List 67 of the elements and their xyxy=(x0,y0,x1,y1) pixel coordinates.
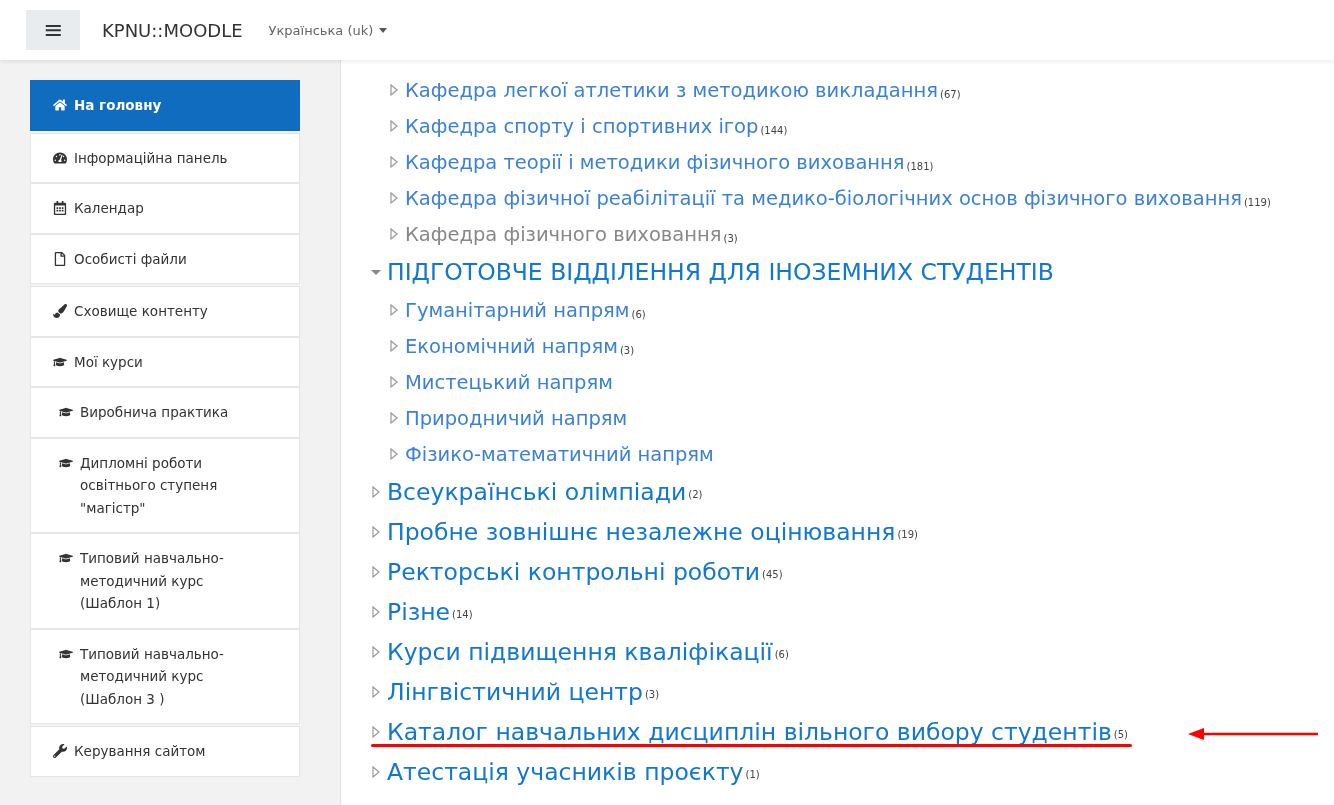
sidebar-item[interactable]: Типовий навчально-методичний курс (Шаблон 3 ) xyxy=(30,628,300,724)
collapsed-icon[interactable] xyxy=(371,526,381,538)
subcategory-link[interactable]: Гуманітарний напрям xyxy=(405,298,630,322)
course-count: (6) xyxy=(631,309,646,320)
collapsed-icon[interactable] xyxy=(389,192,399,204)
course-count: (181) xyxy=(906,161,934,172)
sidebar-item[interactable]: Особисті файли xyxy=(30,233,300,284)
collapsed-icon[interactable] xyxy=(389,84,399,96)
course-count: (6) xyxy=(774,649,789,660)
collapsed-icon[interactable] xyxy=(371,606,381,618)
course-count: (3) xyxy=(619,345,635,356)
sidebar-item[interactable]: Сховище контенту xyxy=(30,286,300,337)
caret-icon xyxy=(379,27,388,33)
collapsed-icon[interactable] xyxy=(389,448,399,460)
course-count: (1) xyxy=(745,769,760,780)
category-link[interactable]: Різне xyxy=(387,597,451,627)
site-name[interactable]: KPNU::MOODLE xyxy=(102,19,243,41)
collapsed-icon[interactable] xyxy=(371,646,381,658)
sidebar-item[interactable]: Мої курси xyxy=(30,336,300,387)
collapsed-icon[interactable] xyxy=(371,486,381,498)
sidebar-item[interactable]: На головну xyxy=(30,80,300,131)
subcategory-link[interactable]: Кафедра спорту і спортивних ігор xyxy=(405,114,759,138)
language-menu[interactable]: Українська (uk) xyxy=(268,22,388,38)
subcategory-link[interactable]: Кафедра легкої атлетики з методикою викладання xyxy=(405,78,938,102)
sidebar-item[interactable]: Інформаційна панель xyxy=(30,132,300,183)
course-count: (67) xyxy=(940,89,961,100)
menu-button[interactable]: ≡ xyxy=(26,10,80,50)
subcategory-link[interactable]: Природничий напрям xyxy=(405,406,628,430)
subcategory-link[interactable]: Кафедра теорії і методики фізичного виховання xyxy=(405,150,905,174)
collapsed-icon[interactable] xyxy=(389,156,399,168)
category-link[interactable]: Лінгвістичний центр xyxy=(387,677,643,707)
course-count: (3) xyxy=(644,689,660,700)
collapsed-icon[interactable] xyxy=(371,686,381,698)
category-link[interactable]: Каталог навчальних дисциплін вільного вибору студентів xyxy=(387,717,1112,747)
course-count: (19) xyxy=(897,529,918,540)
category-link[interactable]: Ректорські контрольні роботи xyxy=(387,557,761,587)
category-link[interactable]: Курси підвищення кваліфікації xyxy=(387,637,773,667)
course-count: (45) xyxy=(762,569,783,580)
category-link[interactable]: ПІДГОТОВЧЕ ВІДДІЛЕННЯ ДЛЯ ІНОЗЕМНИХ СТУДЕНТІВ xyxy=(387,257,1054,287)
subcategory-link[interactable]: Кафедра фізичного виховання xyxy=(405,222,722,246)
course-count: (144) xyxy=(760,125,788,136)
collapsed-icon[interactable] xyxy=(389,304,399,316)
category-link[interactable]: Пробне зовнішнє незалежне оцінювання xyxy=(387,517,896,547)
collapsed-icon[interactable] xyxy=(389,228,399,240)
collapsed-icon[interactable] xyxy=(371,566,381,578)
category-link[interactable]: Всеукраїнські олімпіади xyxy=(387,477,687,507)
sidebar-item[interactable]: Керування сайтом xyxy=(30,726,300,777)
sidebar-item[interactable]: Типовий навчально-методичний курс (Шаблон 1) xyxy=(30,533,300,629)
course-count: (3) xyxy=(723,233,738,244)
collapsed-icon[interactable] xyxy=(389,120,399,132)
course-count: (119) xyxy=(1243,197,1271,208)
sidebar-item[interactable]: Дипломні роботи освітнього ступеня "магістр" xyxy=(30,437,300,533)
sidebar-item[interactable]: Виробнича практика xyxy=(30,387,300,438)
category-link[interactable]: Атестація учасників проєкту xyxy=(387,757,744,787)
subcategory-link[interactable]: Фізико-математичний напрям xyxy=(405,442,714,466)
course-count: (14) xyxy=(452,609,473,620)
subcategory-link[interactable]: Кафедра фізичної реабілітації та медико-біологічних основ фізичного виховання xyxy=(405,186,1242,210)
collapsed-icon[interactable] xyxy=(371,766,381,778)
collapsed-icon[interactable] xyxy=(389,376,399,388)
course-count: (2) xyxy=(688,489,703,500)
collapsed-icon[interactable] xyxy=(389,412,399,424)
sidebar-item[interactable]: Календар xyxy=(30,183,300,234)
subcategory-link[interactable]: Мистецький напрям xyxy=(405,370,613,394)
course-count: (5) xyxy=(1113,729,1128,740)
collapsed-icon[interactable] xyxy=(371,726,381,738)
collapsed-icon[interactable] xyxy=(389,340,399,352)
subcategory-link[interactable]: Економічний напрям xyxy=(405,334,618,358)
